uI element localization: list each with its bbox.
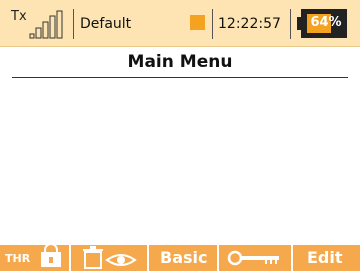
- battery-indicator: 64%: [297, 9, 347, 38]
- basic-softkey[interactable]: Basic: [149, 245, 215, 271]
- status-separator: [212, 9, 213, 39]
- edit-softkey-label: Edit: [307, 248, 343, 267]
- status-separator: [290, 9, 291, 39]
- eye-icon: [105, 254, 137, 266]
- signal-bars-icon: [29, 10, 63, 39]
- clock-time: 12:22:57: [218, 16, 281, 32]
- key-icon: [227, 250, 279, 266]
- key-softkey[interactable]: [219, 245, 289, 271]
- model-name[interactable]: Default: [80, 16, 131, 32]
- status-indicator-square: [190, 15, 205, 30]
- thr-lock-softkey[interactable]: THR: [0, 245, 67, 271]
- status-bar: Tx Default 12:22:57 64%: [0, 0, 360, 47]
- timer-icon: [83, 246, 103, 269]
- softkey-bar: THR Basic Edit: [0, 245, 360, 271]
- timer-eye-icons: [83, 246, 137, 269]
- page-title: Main Menu: [127, 52, 233, 72]
- status-separator: [73, 9, 74, 39]
- tx-signal-indicator: Tx: [10, 8, 70, 40]
- lock-icon: [41, 245, 61, 267]
- main-content-area: [0, 79, 360, 245]
- title-divider: [12, 77, 348, 78]
- edit-softkey[interactable]: Edit: [293, 245, 360, 271]
- battery-percent: 64%: [310, 15, 342, 30]
- timer-view-softkey[interactable]: [71, 245, 145, 271]
- basic-softkey-label: Basic: [160, 248, 208, 267]
